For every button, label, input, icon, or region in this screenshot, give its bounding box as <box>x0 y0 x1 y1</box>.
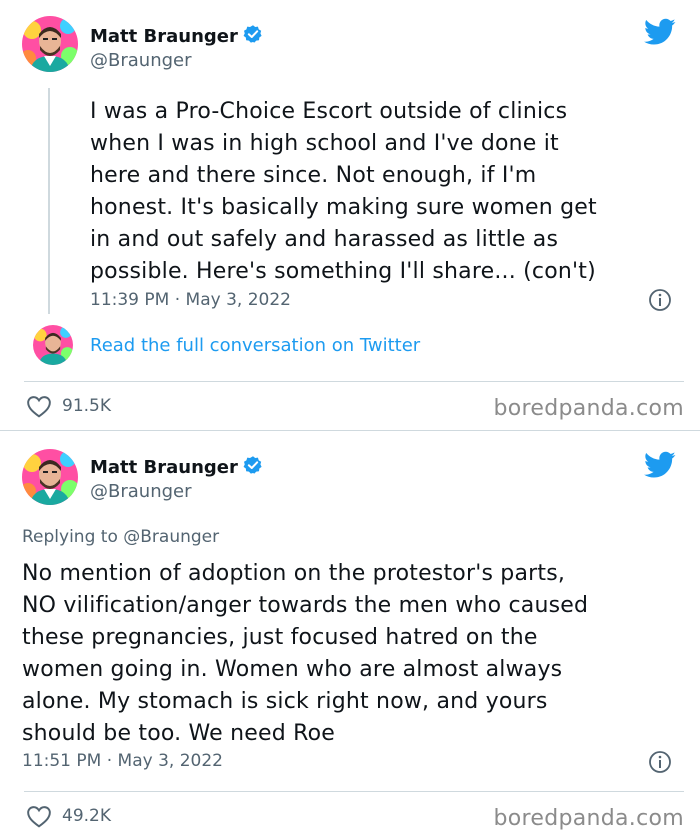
twitter-bird-icon[interactable] <box>644 451 676 483</box>
tweet-timestamp[interactable]: 11:39 PM · May 3, 2022 <box>90 290 291 310</box>
replying-to-label[interactable]: Replying to @Braunger <box>22 527 219 547</box>
tweet-text-line: here and there since. Not enough, if I'm <box>90 163 537 188</box>
watermark: boredpanda.com <box>493 396 684 421</box>
avatar-image <box>22 16 78 72</box>
author-name[interactable]: Matt Braunger <box>90 457 238 478</box>
heart-icon <box>27 806 51 828</box>
tweet-text-line: these pregnancies, just focused hatred o… <box>22 625 538 650</box>
author-name-row: Matt Braunger <box>90 24 263 48</box>
tweet-text-line: alone. My stomach is sick right now, and… <box>22 689 548 714</box>
info-icon[interactable] <box>648 288 672 316</box>
twitter-bird-icon[interactable] <box>644 18 676 50</box>
tweet-text-line: should be too. We need Roe <box>22 721 335 746</box>
heart-icon <box>27 396 51 418</box>
tweet-text-line: possible. Here's something I'll share...… <box>90 259 596 284</box>
tweet-text-line: when I was in high school and I've done … <box>90 131 559 156</box>
tweet-text-line: NO vilification/anger towards the men wh… <box>22 593 589 618</box>
verified-badge-icon <box>243 24 263 48</box>
divider <box>24 791 684 792</box>
tweet-text: I was a Pro-Choice Escort outside of cli… <box>90 96 690 288</box>
tweet-timestamp[interactable]: 11:51 PM · May 3, 2022 <box>22 751 223 771</box>
author-handle[interactable]: @Braunger <box>90 50 192 71</box>
verified-badge-icon <box>243 455 263 479</box>
divider <box>24 381 684 382</box>
watermark: boredpanda.com <box>493 806 684 831</box>
like-button[interactable]: 91.5K <box>26 394 111 418</box>
tweet-text-line: in and out safely and harassed as little… <box>90 227 559 252</box>
small-author-avatar[interactable] <box>33 325 73 365</box>
thread-connector-line <box>48 88 50 314</box>
author-avatar[interactable] <box>22 16 78 72</box>
tweet-text-line: women going in. Women who are almost alw… <box>22 657 563 682</box>
tweet-text-line: honest. It's basically making sure women… <box>90 195 597 220</box>
like-count: 49.2K <box>62 806 111 826</box>
info-icon[interactable] <box>648 750 672 778</box>
author-avatar[interactable] <box>22 449 78 505</box>
author-handle[interactable]: @Braunger <box>90 481 192 502</box>
avatar-image <box>22 449 78 505</box>
tweet-text: No mention of adoption on the protestor'… <box>22 558 692 750</box>
tweet-text-line: I was a Pro-Choice Escort outside of cli… <box>90 99 568 124</box>
tweet-card-1: Matt Braunger @Braunger I was a Pro-Choi… <box>0 0 700 430</box>
like-button[interactable]: 49.2K <box>26 804 111 828</box>
tweet-text-line: No mention of adoption on the protestor'… <box>22 561 566 586</box>
avatar-image <box>33 325 73 365</box>
author-name[interactable]: Matt Braunger <box>90 26 238 47</box>
author-name-row: Matt Braunger <box>90 455 263 479</box>
like-count: 91.5K <box>62 396 111 416</box>
read-full-conversation-link[interactable]: Read the full conversation on Twitter <box>90 335 420 356</box>
